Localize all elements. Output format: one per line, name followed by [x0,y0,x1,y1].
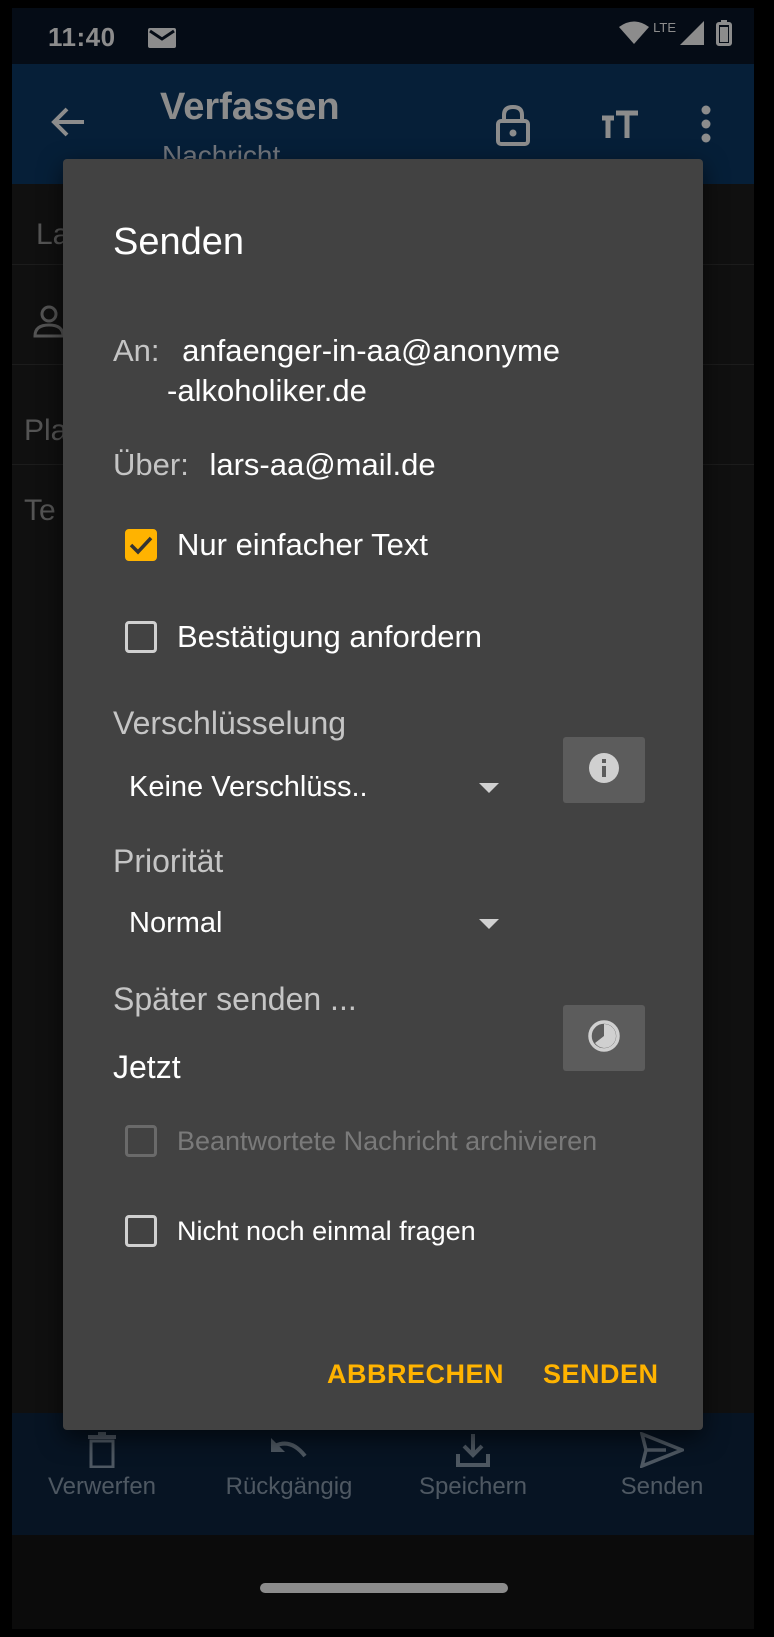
send-dialog: Senden An: anfaenger-in-aa@anonyme -alko… [63,159,703,1430]
recipient-address-line2: -alkoholiker.de [167,373,367,408]
dropdown-arrow-icon [479,919,499,929]
receipt-label: Bestätigung anfordern [177,619,483,654]
receipt-option[interactable]: Bestätigung anfordern [125,619,482,655]
check-icon [129,536,153,555]
priority-value: Normal [129,907,223,939]
via-label: Über: [113,447,189,482]
dont-ask-label: Nicht noch einmal fragen [177,1215,476,1246]
plain-text-checkbox[interactable] [125,529,157,561]
clock-icon [587,1019,621,1058]
send-later-button[interactable] [563,1005,645,1071]
send-later-value: Jetzt [113,1049,181,1085]
encryption-select[interactable]: Keine Verschlüss.. [129,771,499,804]
send-button[interactable]: SENDEN [543,1359,659,1390]
encryption-value: Keine Verschlüss.. [129,771,368,803]
archive-checkbox [125,1125,157,1157]
archive-label: Beantwortete Nachricht archivieren [177,1125,598,1156]
dont-ask-option[interactable]: Nicht noch einmal fragen [125,1215,476,1247]
recipient-row: An: anfaenger-in-aa@anonyme -alkoholiker… [113,331,560,411]
dropdown-arrow-icon [479,783,499,793]
plain-text-label: Nur einfacher Text [177,527,428,562]
encryption-label: Verschlüsselung [113,705,347,741]
dont-ask-checkbox[interactable] [125,1215,157,1247]
archive-option: Beantwortete Nachricht archivieren [125,1125,597,1157]
info-icon [587,751,621,790]
dialog-title: Senden [113,221,245,263]
plain-text-option[interactable]: Nur einfacher Text [125,527,428,563]
recipient-address-line1: anfaenger-in-aa@anonyme [182,333,561,368]
priority-label: Priorität [113,843,224,879]
encryption-info-button[interactable] [563,737,645,803]
cancel-button[interactable]: ABBRECHEN [327,1359,504,1390]
send-later-label: Später senden ... [113,981,357,1017]
sender-row: Über: lars-aa@mail.de [113,447,436,483]
priority-select[interactable]: Normal [129,907,499,940]
phone-screen: 11:40 LTE Verfassen Nachricht La Pla Te … [12,8,754,1629]
to-label: An: [113,333,160,368]
sender-address: lars-aa@mail.de [209,447,436,482]
receipt-checkbox[interactable] [125,621,157,653]
